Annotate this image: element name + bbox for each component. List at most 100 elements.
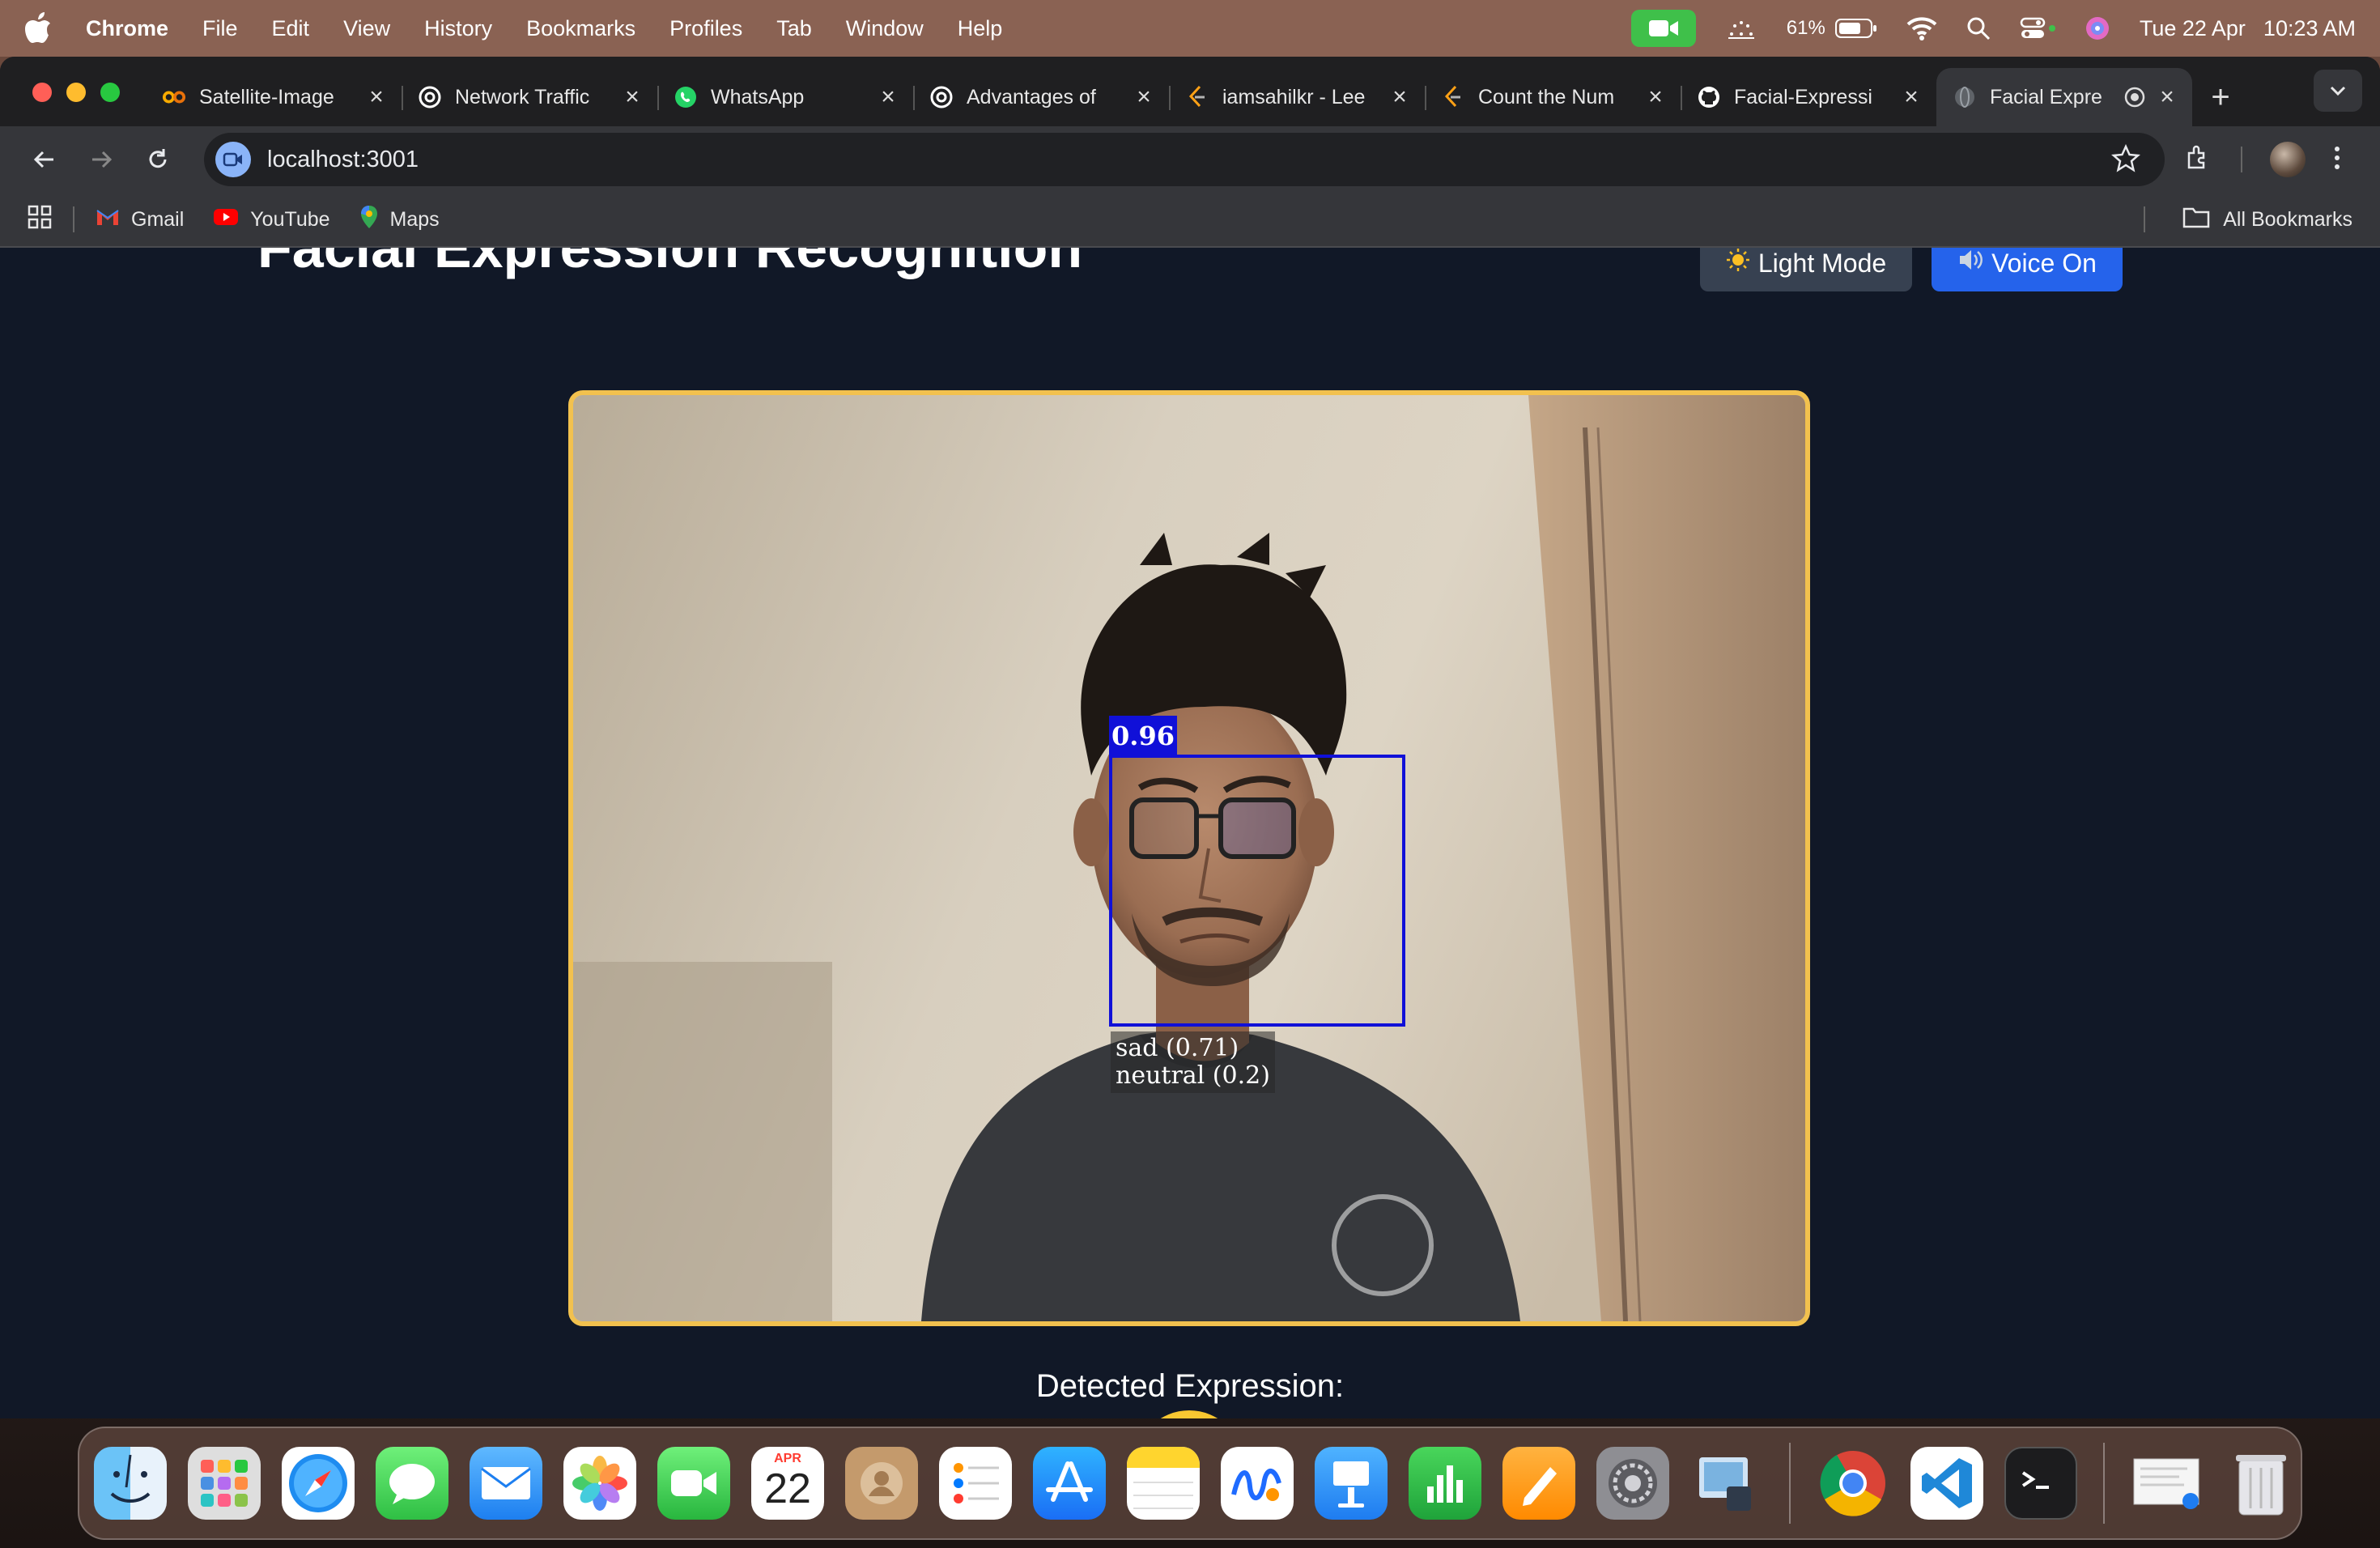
app-store-icon[interactable] xyxy=(1033,1447,1106,1520)
close-tab-icon[interactable]: × xyxy=(876,83,900,111)
tab-facial-expression-github[interactable]: Facial-Expressi × xyxy=(1681,68,1936,126)
tab-title: iamsahilkr - Lee xyxy=(1222,85,1366,108)
tab-title: Advantages of xyxy=(967,85,1096,108)
tab-title: Facial-Expressi xyxy=(1734,85,1872,108)
tab-strip: Satellite-Image × Network Traffic × What… xyxy=(0,57,2380,126)
menubar-date[interactable]: Tue 22 Apr xyxy=(2140,16,2246,41)
siri-icon[interactable] xyxy=(2085,15,2110,41)
close-tab-icon[interactable]: × xyxy=(1388,83,1412,111)
reminders-icon[interactable] xyxy=(939,1447,1012,1520)
back-button[interactable] xyxy=(16,135,73,184)
tab-facial-expression-active[interactable]: Facial Expre × xyxy=(1936,68,2192,126)
profile-avatar[interactable] xyxy=(2270,142,2306,177)
bookmark-gmail[interactable]: Gmail xyxy=(96,207,184,232)
close-window-button[interactable] xyxy=(32,83,52,102)
menu-file[interactable]: File xyxy=(202,16,238,41)
menu-edit[interactable]: Edit xyxy=(272,16,310,41)
close-tab-icon[interactable]: × xyxy=(1643,83,1668,111)
voice-toggle-button[interactable]: Voice On xyxy=(1932,248,2123,291)
maps-icon xyxy=(359,205,379,235)
downloads-stack-icon[interactable] xyxy=(2131,1447,2204,1520)
finder-icon[interactable] xyxy=(94,1447,167,1520)
system-settings-icon[interactable] xyxy=(1596,1447,1669,1520)
wifi-icon[interactable] xyxy=(1906,16,1937,40)
messages-icon[interactable] xyxy=(376,1447,448,1520)
reload-button[interactable] xyxy=(130,135,186,184)
mail-icon[interactable] xyxy=(470,1447,542,1520)
globe-icon xyxy=(1953,85,1977,109)
tab-network-traffic[interactable]: Network Traffic × xyxy=(402,68,657,126)
light-mode-button[interactable]: Light Mode xyxy=(1700,248,1912,291)
chrome-icon[interactable] xyxy=(1817,1447,1889,1520)
launchpad-icon[interactable] xyxy=(188,1447,261,1520)
brightness-icon[interactable] xyxy=(1725,16,1757,40)
tab-satellite-image[interactable]: Satellite-Image × xyxy=(146,68,402,126)
leetcode-icon xyxy=(1441,85,1465,109)
vscode-icon[interactable] xyxy=(1910,1447,1983,1520)
all-bookmarks-link[interactable]: All Bookmarks xyxy=(2223,208,2352,232)
browser-toolbar: localhost:3001 xyxy=(0,126,2380,193)
menu-bookmarks[interactable]: Bookmarks xyxy=(526,16,635,41)
bookmark-label: Gmail xyxy=(131,207,185,231)
menubar-time[interactable]: 10:23 AM xyxy=(2263,16,2356,41)
menu-profiles[interactable]: Profiles xyxy=(669,16,742,41)
new-tab-button[interactable]: + xyxy=(2192,68,2249,126)
menu-history[interactable]: History xyxy=(424,16,492,41)
notes-icon[interactable] xyxy=(1127,1447,1200,1520)
calendar-icon[interactable]: APR 22 xyxy=(751,1447,824,1520)
menu-app-name[interactable]: Chrome xyxy=(86,16,168,41)
face-detection-box xyxy=(1109,755,1405,1027)
webcam-video-feed: 0.96 sad (0.71) neutral (0.2) xyxy=(568,390,1810,1326)
preview-icon[interactable] xyxy=(1690,1447,1763,1520)
pages-icon[interactable] xyxy=(1502,1447,1575,1520)
tab-list: Satellite-Image × Network Traffic × What… xyxy=(146,68,2249,126)
whatsapp-icon xyxy=(674,85,698,109)
openai-icon xyxy=(418,85,442,109)
chrome-menu-icon[interactable] xyxy=(2333,145,2341,175)
tab-title: Satellite-Image xyxy=(199,85,334,108)
bookmark-maps[interactable]: Maps xyxy=(359,205,440,235)
tab-leetcode-profile[interactable]: iamsahilkr - Lee × xyxy=(1169,68,1425,126)
spotlight-search-icon[interactable] xyxy=(1966,16,1991,40)
menu-view[interactable]: View xyxy=(343,16,390,41)
menu-bar: Chrome File Edit View History Bookmarks … xyxy=(0,0,2380,57)
safari-icon[interactable] xyxy=(282,1447,355,1520)
page-title: Facial Expression Recognition xyxy=(257,248,1083,279)
facetime-icon[interactable] xyxy=(657,1447,730,1520)
contacts-icon[interactable] xyxy=(845,1447,918,1520)
zoom-window-button[interactable] xyxy=(100,83,120,102)
menu-help[interactable]: Help xyxy=(958,16,1003,41)
close-tab-icon[interactable]: × xyxy=(364,83,389,111)
site-camera-icon[interactable] xyxy=(215,142,251,177)
bookmark-youtube[interactable]: YouTube xyxy=(213,207,330,232)
keynote-icon[interactable] xyxy=(1315,1447,1388,1520)
menu-window[interactable]: Window xyxy=(846,16,924,41)
close-tab-icon[interactable]: × xyxy=(1132,83,1156,111)
terminal-icon[interactable] xyxy=(2004,1447,2077,1520)
close-tab-icon[interactable]: × xyxy=(1899,83,1923,111)
tab-search-button[interactable] xyxy=(2314,70,2362,112)
apple-icon[interactable] xyxy=(24,12,53,45)
forward-button[interactable] xyxy=(73,135,130,184)
menu-tab[interactable]: Tab xyxy=(776,16,812,41)
apps-grid-icon[interactable] xyxy=(28,205,52,235)
minimize-window-button[interactable] xyxy=(66,83,86,102)
youtube-icon xyxy=(213,207,239,232)
tab-title: Network Traffic xyxy=(455,85,590,108)
trash-icon[interactable] xyxy=(2225,1447,2297,1520)
close-tab-icon[interactable]: × xyxy=(620,83,644,111)
freeform-icon[interactable] xyxy=(1221,1447,1294,1520)
tab-advantages[interactable]: Advantages of × xyxy=(913,68,1169,126)
tab-count-the-num[interactable]: Count the Num × xyxy=(1425,68,1681,126)
photos-icon[interactable] xyxy=(563,1447,636,1520)
numbers-icon[interactable] xyxy=(1409,1447,1481,1520)
control-center-icon[interactable] xyxy=(2020,16,2055,40)
camera-in-use-icon[interactable] xyxy=(1630,10,1696,47)
close-tab-icon[interactable]: × xyxy=(2155,83,2179,111)
address-bar[interactable]: localhost:3001 xyxy=(204,133,2165,186)
extensions-icon[interactable] xyxy=(2184,143,2213,176)
bookmark-star-icon[interactable] xyxy=(2110,143,2141,177)
url-text[interactable]: localhost:3001 xyxy=(267,147,419,173)
battery-icon[interactable] xyxy=(1834,18,1877,39)
tab-whatsapp[interactable]: WhatsApp × xyxy=(657,68,913,126)
